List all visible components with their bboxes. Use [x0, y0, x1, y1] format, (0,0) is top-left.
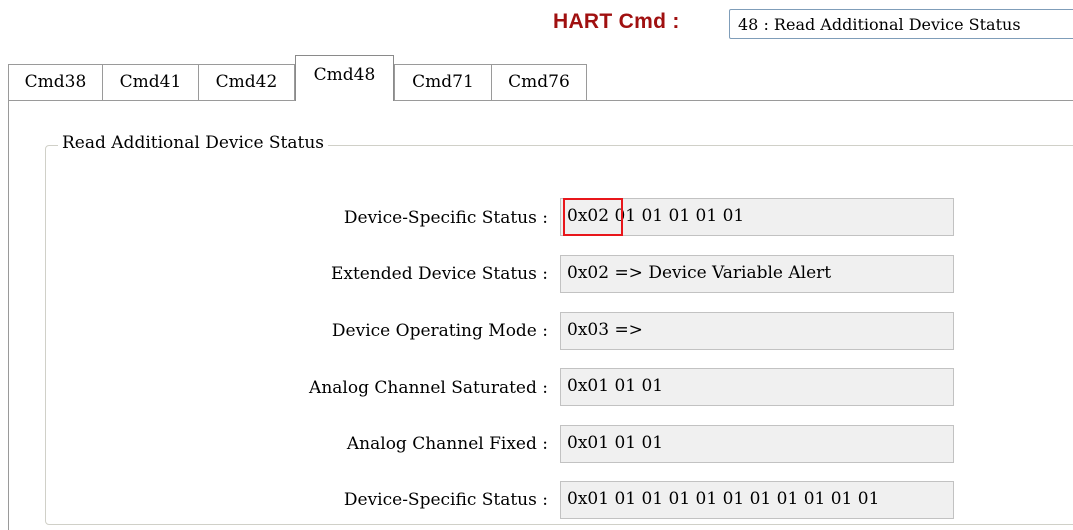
hart-cmd-select[interactable]: 48 : Read Additional Device Status — [729, 9, 1073, 39]
hart-cmd-label: HART Cmd : — [553, 10, 680, 33]
analog-channel-fixed-label: Analog Channel Fixed : — [346, 434, 548, 454]
tab-cmd48[interactable]: Cmd48 — [295, 55, 394, 101]
tab-cmd41[interactable]: Cmd41 — [102, 64, 199, 100]
device-specific-status-2-field[interactable]: 0x01 01 01 01 01 01 01 01 01 01 01 — [560, 481, 954, 519]
device-operating-mode-label: Device Operating Mode : — [331, 321, 548, 341]
device-specific-status-label: Device-Specific Status : — [343, 208, 548, 228]
tab-cmd42[interactable]: Cmd42 — [198, 64, 295, 100]
device-operating-mode-field[interactable]: 0x03 => — [560, 312, 954, 350]
tab-cmd71[interactable]: Cmd71 — [394, 64, 492, 100]
analog-channel-fixed-field[interactable]: 0x01 01 01 — [560, 425, 954, 463]
analog-channel-saturated-label: Analog Channel Saturated : — [309, 378, 548, 398]
extended-device-status-field[interactable]: 0x02 => Device Variable Alert — [560, 255, 954, 293]
extended-device-status-label: Extended Device Status : — [330, 264, 548, 284]
tab-cmd38[interactable]: Cmd38 — [8, 64, 103, 100]
device-specific-status-2-label: Device-Specific Status : — [343, 490, 548, 510]
tab-cmd76[interactable]: Cmd76 — [491, 64, 587, 100]
highlight-box — [563, 198, 623, 236]
groupbox-title: Read Additional Device Status — [58, 133, 329, 153]
analog-channel-saturated-field[interactable]: 0x01 01 01 — [560, 368, 954, 406]
